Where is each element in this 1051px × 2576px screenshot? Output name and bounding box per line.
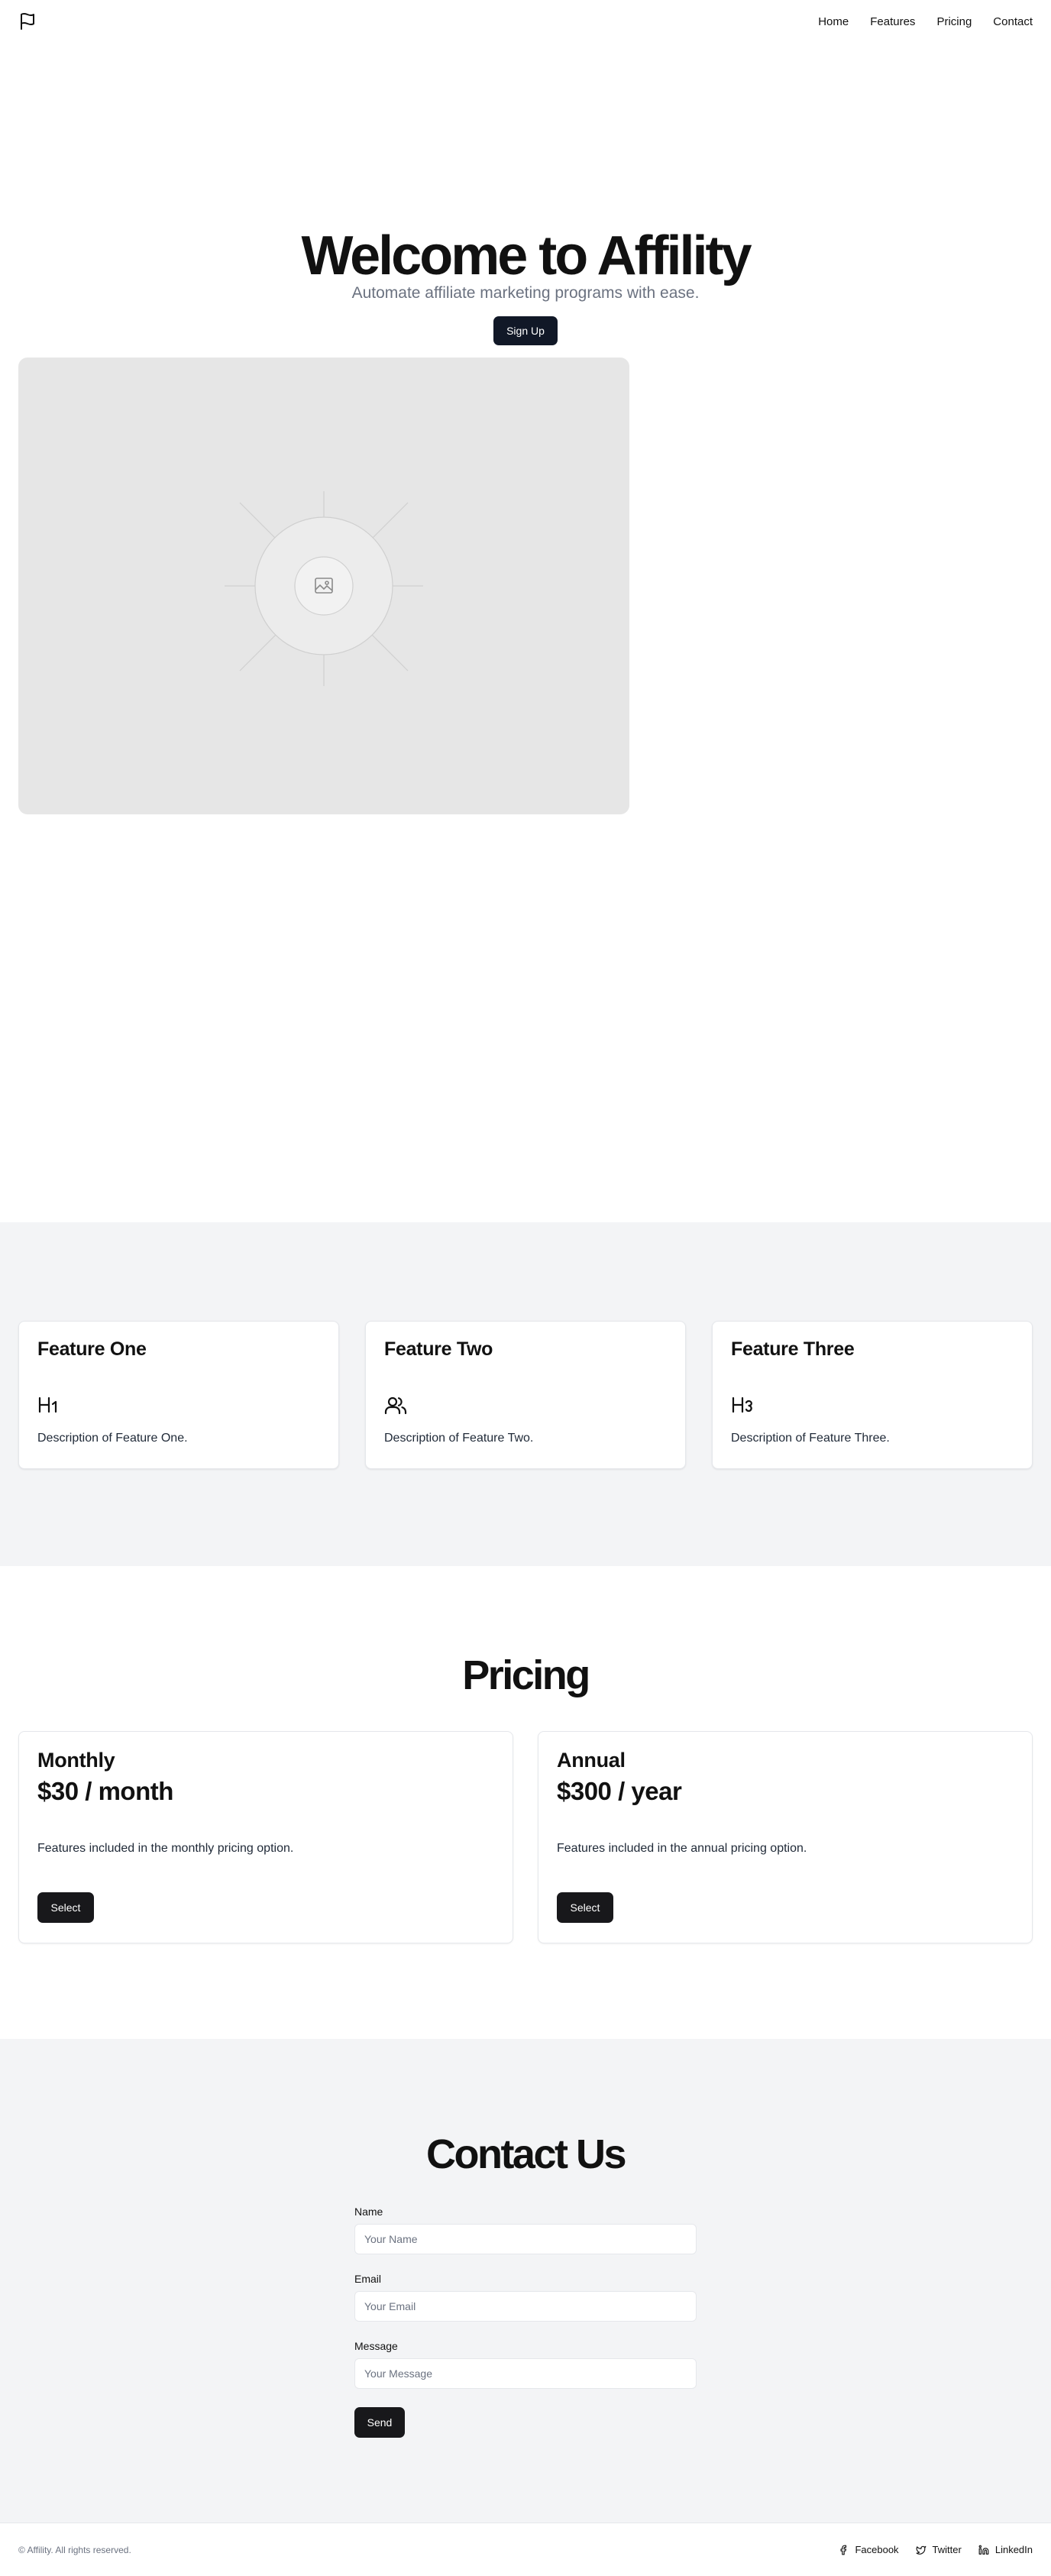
feature-card: Feature Three Description of Feature Thr…: [712, 1321, 1033, 1469]
facebook-label: Facebook: [855, 2544, 899, 2555]
facebook-icon: [840, 2545, 847, 2555]
nav-features[interactable]: Features: [870, 15, 915, 28]
linkedin-label: LinkedIn: [994, 2544, 1033, 2555]
users-icon: [384, 1396, 407, 1415]
plan-name: Monthly: [37, 1749, 115, 1772]
contact-section: Contact Us Name Email Message Send: [0, 2039, 1051, 2523]
feature-description: Description of Feature Three.: [731, 1432, 890, 1445]
heading-1-icon: [38, 1396, 57, 1413]
social-links: Facebook Twitter LinkedIn: [838, 2544, 1033, 2555]
feature-description: Description of Feature Two.: [384, 1432, 534, 1445]
hero-section: Welcome to Affility Automate affiliate m…: [0, 43, 1051, 1222]
name-label: Name: [354, 2205, 383, 2218]
site-header: Home Features Pricing Contact: [0, 0, 1051, 43]
heading-3-icon: [732, 1396, 752, 1413]
name-field[interactable]: [354, 2224, 697, 2254]
twitter-icon: [916, 2545, 926, 2555]
main-nav: Home Features Pricing Contact: [818, 15, 1033, 28]
twitter-label: Twitter: [932, 2544, 962, 2555]
hero-subtitle: Automate affiliate marketing programs wi…: [351, 284, 700, 302]
feature-description: Description of Feature One.: [37, 1432, 188, 1445]
pricing-card-annual: Annual $300 / year Features included in …: [538, 1731, 1033, 1943]
linkedin-icon: [978, 2545, 989, 2555]
hero-title: Welcome to Affility: [301, 225, 752, 286]
nav-pricing[interactable]: Pricing: [936, 15, 972, 28]
plan-description: Features included in the monthly pricing…: [37, 1842, 294, 1855]
features-section: Feature One Description of Feature One. …: [0, 1222, 1051, 1566]
facebook-link[interactable]: Facebook: [838, 2544, 899, 2555]
feature-title: Feature Two: [384, 1338, 493, 1360]
nav-contact[interactable]: Contact: [993, 15, 1033, 28]
send-button[interactable]: Send: [354, 2407, 405, 2438]
select-annual-button[interactable]: Select: [557, 1892, 613, 1923]
message-label: Message: [354, 2340, 398, 2352]
pricing-section: Pricing Monthly $30 / month Features inc…: [0, 1566, 1051, 2039]
image-placeholder-icon: [225, 491, 423, 686]
nav-home[interactable]: Home: [818, 15, 849, 28]
select-monthly-button[interactable]: Select: [37, 1892, 94, 1923]
contact-title: Contact Us: [425, 2131, 627, 2177]
plan-price: $30 / month: [37, 1777, 173, 1805]
feature-title: Feature One: [37, 1338, 147, 1360]
pricing-card-monthly: Monthly $30 / month Features included in…: [18, 1731, 513, 1943]
message-field[interactable]: [354, 2358, 697, 2389]
copyright-text: © Affility. All rights reserved.: [18, 2544, 131, 2555]
feature-title: Feature Three: [731, 1338, 855, 1360]
flag-icon[interactable]: [18, 12, 37, 31]
plan-name: Annual: [557, 1749, 626, 1772]
feature-card: Feature Two Description of Feature Two.: [365, 1321, 686, 1469]
contact-form: Name Email Message Send: [354, 2205, 697, 2438]
email-field[interactable]: [354, 2291, 697, 2322]
hero-image-placeholder: [18, 358, 629, 814]
email-label: Email: [354, 2273, 382, 2285]
twitter-link[interactable]: Twitter: [916, 2544, 962, 2555]
plan-description: Features included in the annual pricing …: [557, 1842, 807, 1855]
linkedin-link[interactable]: LinkedIn: [978, 2544, 1033, 2555]
feature-card: Feature One Description of Feature One.: [18, 1321, 339, 1469]
site-footer: © Affility. All rights reserved. Faceboo…: [0, 2523, 1051, 2576]
pricing-title: Pricing: [462, 1652, 590, 1698]
sign-up-button[interactable]: Sign Up: [493, 316, 558, 345]
plan-price: $300 / year: [557, 1777, 682, 1805]
